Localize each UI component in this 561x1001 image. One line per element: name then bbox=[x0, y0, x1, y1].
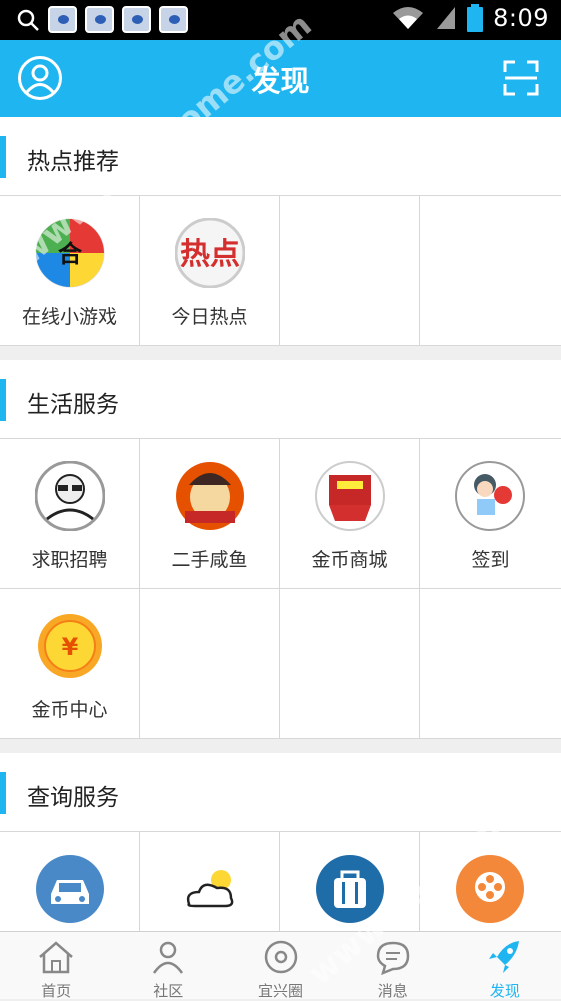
page-title: 发现 bbox=[251, 64, 310, 98]
status-bar: 8:09 bbox=[0, 0, 561, 40]
jobs-icon bbox=[35, 461, 105, 531]
search-icon bbox=[17, 9, 39, 31]
svg-text:¥: ¥ bbox=[62, 633, 79, 661]
grid-empty bbox=[420, 589, 561, 739]
grid-item-film[interactable] bbox=[420, 832, 561, 931]
top-bar: 发现 bbox=[0, 40, 561, 117]
scan-icon[interactable] bbox=[503, 60, 539, 96]
grid-empty bbox=[280, 196, 420, 346]
baidu-notification-icon bbox=[122, 6, 151, 33]
weather-icon bbox=[186, 870, 234, 908]
bottom-tab-bar: 首页 社区 宜兴圈 消息 发现 bbox=[0, 931, 561, 1000]
svg-text:热点: 热点 bbox=[180, 237, 240, 272]
community-icon bbox=[153, 941, 184, 974]
baidu-notification-icon bbox=[159, 6, 188, 33]
section-header: 热点推荐 bbox=[0, 117, 561, 195]
tab-discover[interactable]: 发现 bbox=[449, 932, 561, 1000]
rocket-icon bbox=[488, 941, 519, 973]
signal-icon bbox=[437, 7, 456, 29]
hot-topics-icon: 热点 bbox=[175, 218, 245, 288]
circle-icon bbox=[264, 940, 297, 974]
grid-item-bag[interactable] bbox=[280, 832, 420, 931]
grid-item-weather[interactable] bbox=[140, 832, 280, 931]
wifi-icon bbox=[393, 7, 424, 29]
car-icon bbox=[36, 855, 104, 923]
grid-item-check-in[interactable]: 签到 bbox=[420, 439, 561, 589]
film-icon bbox=[456, 855, 524, 923]
life-services-grid: 求职招聘 二手咸鱼 金币商城 签到 ¥ 金币中心 bbox=[0, 438, 561, 739]
clock: 8:09 bbox=[493, 4, 549, 32]
home-icon bbox=[39, 941, 73, 974]
grid-item-coin-mall[interactable]: 金币商城 bbox=[280, 439, 420, 589]
second-hand-icon bbox=[176, 462, 244, 530]
tab-community[interactable]: 社区 bbox=[112, 932, 224, 1000]
mini-games-icon: 合 bbox=[35, 218, 105, 288]
tab-messages[interactable]: 消息 bbox=[337, 932, 449, 1000]
grid-item-coin-center[interactable]: ¥ 金币中心 bbox=[0, 589, 140, 739]
tab-circle[interactable]: 宜兴圈 bbox=[224, 932, 336, 1000]
grid-empty bbox=[280, 589, 420, 739]
baidu-notification-icon bbox=[48, 6, 77, 33]
coin-center-icon: ¥ bbox=[38, 614, 102, 678]
grid-item-jobs[interactable]: 求职招聘 bbox=[0, 439, 140, 589]
grid-empty bbox=[420, 196, 561, 346]
discover-content[interactable]: 热点推荐 合 在线小游戏 热点 今日热点 生活服务 求职招聘 二手咸鱼 金币商城 bbox=[0, 117, 561, 931]
query-services-grid bbox=[0, 831, 561, 931]
tab-home[interactable]: 首页 bbox=[0, 932, 112, 1000]
message-icon bbox=[376, 941, 409, 975]
grid-item-car[interactable] bbox=[0, 832, 140, 931]
bag-icon bbox=[316, 855, 384, 923]
hot-recommend-grid: 合 在线小游戏 热点 今日热点 bbox=[0, 195, 561, 346]
coin-mall-icon bbox=[315, 461, 385, 531]
grid-item-second-hand[interactable]: 二手咸鱼 bbox=[140, 439, 280, 589]
section-header: 查询服务 bbox=[0, 753, 561, 831]
battery-icon bbox=[467, 4, 484, 32]
section-header: 生活服务 bbox=[0, 360, 561, 438]
check-in-icon bbox=[455, 461, 525, 531]
grid-item-mini-games[interactable]: 合 在线小游戏 bbox=[0, 196, 140, 346]
baidu-notification-icon bbox=[85, 6, 114, 33]
grid-empty bbox=[140, 589, 280, 739]
svg-text:合: 合 bbox=[58, 240, 83, 268]
grid-item-hot-topics[interactable]: 热点 今日热点 bbox=[140, 196, 280, 346]
